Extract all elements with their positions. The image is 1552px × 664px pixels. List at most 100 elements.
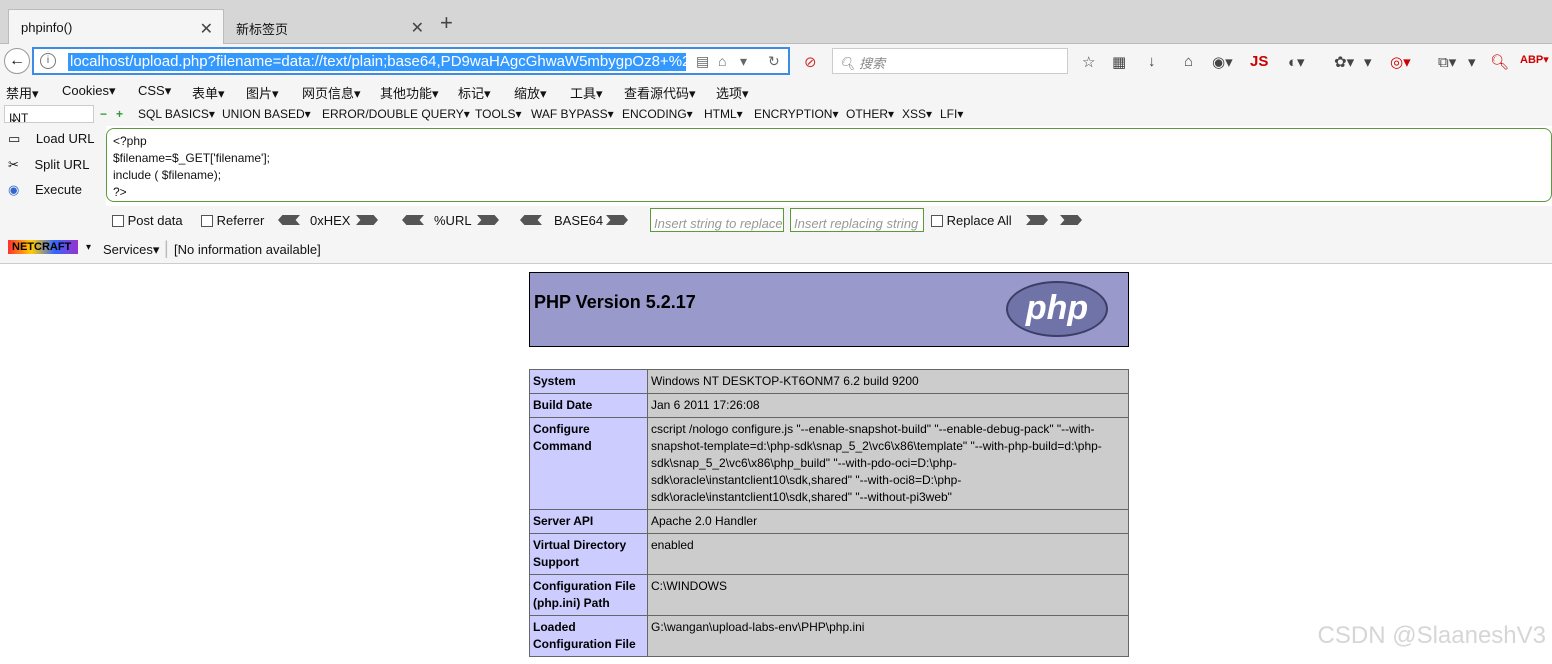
hex-encode-arrow-icon[interactable] [356,215,378,225]
phpinfo-table: System Windows NT DESKTOP-KT6ONM7 6.2 bui… [529,369,1129,657]
netcraft-toolbar: NETCRAFT ▾ Services▾ | [No information a… [0,234,1552,264]
download-icon[interactable]: ↓ [1148,53,1156,70]
info-key: Configuration File (php.ini) Path [529,574,648,616]
new-tab-icon[interactable]: + [440,12,453,34]
menu-outline[interactable]: 标记▾ [458,83,491,102]
hex-label: 0xHEX [310,213,351,228]
menu-encoding[interactable]: ENCODING▾ [622,107,693,121]
menu-page-info[interactable]: 网页信息▾ [302,83,361,102]
menu-css[interactable]: CSS▾ [138,83,171,99]
table-row: System Windows NT DESKTOP-KT6ONM7 6.2 bui… [529,369,1129,394]
replace-next-arrow-icon[interactable] [1060,215,1082,225]
post-data-checkbox[interactable] [112,215,124,227]
home-icon[interactable]: ⌂ [1184,53,1193,70]
base64-label: BASE64 [554,213,604,228]
table-row: Loaded Configuration File G:\wangan\uploa… [529,615,1129,657]
menu-options[interactable]: 选项▾ [716,83,749,102]
replace-arrow-icon[interactable] [1026,215,1048,225]
url-decode-arrow-icon[interactable] [402,215,424,225]
info-icon[interactable]: i [40,53,56,69]
execute-button[interactable]: ◉ Execute [8,182,82,198]
menu-union-based[interactable]: UNION BASED▾ [222,107,311,121]
reader-icon[interactable]: ▤ [696,53,709,70]
search-input[interactable]: 🔍︎ 搜索 [832,48,1068,74]
menu-cookies[interactable]: Cookies▾ [62,83,116,99]
menu-lfi[interactable]: LFI▾ [940,107,963,121]
menu-tools[interactable]: TOOLS▾ [475,107,521,121]
replace-all-toggle[interactable]: Replace All [931,213,1012,228]
screenshot-icon[interactable]: ⧉▾ [1438,53,1456,71]
menu-other[interactable]: OTHER▾ [846,107,894,121]
overflow-icon[interactable]: ▾ [1468,53,1476,71]
url-encode-arrow-icon[interactable] [477,215,499,225]
netcraft-logo[interactable]: NETCRAFT [8,240,78,254]
menu-disable[interactable]: 禁用▾ [6,83,39,102]
url-bar[interactable]: i localhost/upload.php?filename=data://t… [32,47,790,75]
base64-decode-arrow-icon[interactable] [520,215,542,225]
hex-decode-arrow-icon[interactable] [278,215,300,225]
menu-resize[interactable]: 缩放▾ [514,83,547,102]
close-icon[interactable]: ✕ [411,18,424,38]
load-url-button[interactable]: ▭ Load URL [8,131,94,147]
replace-all-checkbox[interactable] [931,215,943,227]
referrer-checkbox[interactable] [201,215,213,227]
menu-forms[interactable]: 表单▾ [192,83,225,102]
palette-icon[interactable]: ✿▾ [1334,53,1354,71]
page-content: PHP Version 5.2.17 php System Windows NT … [0,264,1552,664]
services-menu[interactable]: Services▾ [103,242,159,258]
post-data-toggle[interactable]: Post data [112,213,183,228]
table-row: Configure Command cscript /nologo configu… [529,417,1129,510]
minus-icon[interactable]: − [100,107,107,121]
reload-icon[interactable]: ↻ [768,53,780,70]
info-key: System [529,369,648,394]
table-row: Build Date Jan 6 2011 17:26:08 [529,393,1129,418]
load-url-icon: ▭ [8,131,24,146]
menu-images[interactable]: 图片▾ [246,83,279,102]
bookmark-star-icon[interactable]: ☆ [1082,53,1095,71]
close-icon[interactable]: ✕ [200,19,213,39]
nav-bar: ← i localhost/upload.php?filename=data:/… [0,44,1552,78]
replacing-string-input[interactable]: Insert replacing string [790,208,924,232]
menu-view-source[interactable]: 查看源代码▾ [624,83,696,102]
plus-icon[interactable]: + [116,107,123,121]
replace-string-input[interactable]: Insert string to replace [650,208,784,232]
split-url-button[interactable]: ✂ Split URL [8,157,89,173]
block-icon[interactable]: ⊘ [804,53,817,71]
menu-tools[interactable]: 工具▾ [570,83,603,102]
base64-encode-arrow-icon[interactable] [606,215,628,225]
back-arrow-icon[interactable]: ← [4,48,30,74]
adblock-icon[interactable]: ABP▾ [1520,53,1549,66]
menu-sql-basics[interactable]: SQL BASICS▾ [138,107,215,121]
replacing-string-placeholder: Insert replacing string [794,216,919,231]
netcraft-info: [No information available] [174,242,321,257]
globe-icon[interactable]: ◉▾ [1212,53,1233,71]
dropdown-icon[interactable]: ▾ [740,53,747,70]
menu-error-double-query[interactable]: ERROR/DOUBLE QUERY▾ [322,107,470,121]
menu-misc[interactable]: 其他功能▾ [380,83,439,102]
menu-xss[interactable]: XSS▾ [902,107,932,121]
js-icon[interactable]: JS [1250,53,1268,70]
menu-encryption[interactable]: ENCRYPTION▾ [754,107,838,121]
hackbar-icon[interactable]: ◎▾ [1390,53,1411,71]
home-icon[interactable]: ⌂ [718,53,726,69]
urlenc-label: %URL [434,213,472,228]
int-select[interactable]: INT ⌄ [4,105,94,125]
info-key: Loaded Configuration File [529,615,648,657]
hackbar-url-textarea[interactable]: <?php $filename=$_GET['filename']; inclu… [106,128,1552,202]
menu-html[interactable]: HTML▾ [704,107,743,121]
post-data-label: Post data [127,213,183,228]
menu-waf-bypass[interactable]: WAF BYPASS▾ [531,107,614,121]
menu-dropdown-icon[interactable]: ▾ [1364,53,1372,71]
zoom-icon[interactable]: 🔍︎ [1490,53,1509,71]
php-version-title: PHP Version 5.2.17 [534,292,696,312]
search-icon: 🔍︎ [839,56,860,71]
netcraft-dropdown-icon[interactable]: ▾ [86,242,91,253]
referrer-toggle[interactable]: Referrer [201,213,264,228]
library-icon[interactable]: ▦ [1112,53,1126,71]
tab-phpinfo[interactable]: phpinfo() ✕ [8,9,224,44]
tab-new[interactable]: 新标签页 ✕ [224,9,434,44]
replace-all-label: Replace All [946,213,1012,228]
addon-icon[interactable]: ◐▾ [1288,53,1305,71]
url-text[interactable]: localhost/upload.php?filename=data://tex… [68,53,686,71]
hackbar-options: Post data Referrer 0xHEX %URL BASE64 Ins… [0,206,1552,234]
